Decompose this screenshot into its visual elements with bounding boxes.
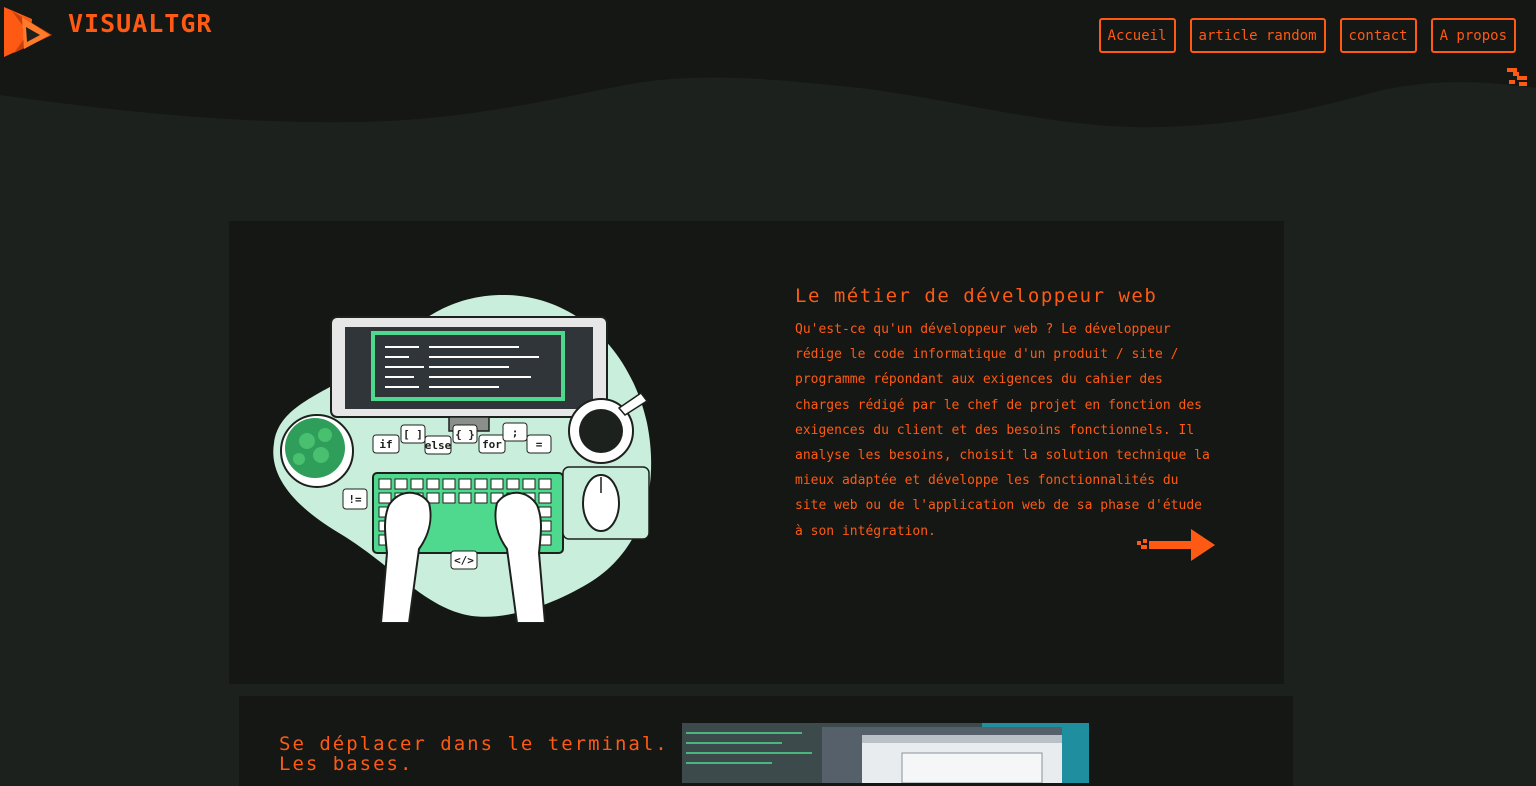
- developer-keyboard-illustration: if [ ] else { } for ; = != </>: [273, 294, 652, 623]
- bubble-for: for: [482, 438, 502, 451]
- site-header: VISUALTGR Accueil article random contact…: [0, 0, 1536, 130]
- second-article-title[interactable]: Se déplacer dans le terminal. Les bases.: [279, 734, 679, 774]
- nav-contact[interactable]: contact: [1339, 18, 1417, 53]
- bubble-else: else: [425, 439, 452, 452]
- bubble-tag: </>: [454, 554, 474, 567]
- featured-article-title[interactable]: Le métier de développeur web: [795, 285, 1157, 307]
- second-article-card[interactable]: Se déplacer dans le terminal. Les bases.: [239, 696, 1293, 786]
- bubble-not-equal: !=: [348, 493, 362, 506]
- brand-logo[interactable]: VISUALTGR: [2, 5, 212, 59]
- terminal-screenshot-thumbnail: [682, 723, 1089, 783]
- featured-article-excerpt: Qu'est-ce qu'un développeur web ? Le dév…: [795, 322, 1210, 539]
- featured-article-card[interactable]: if [ ] else { } for ; = != </> Le métier…: [229, 221, 1284, 684]
- play-triangle-logo-icon: [4, 7, 52, 57]
- nav-a-propos[interactable]: A propos: [1430, 18, 1516, 53]
- bubble-braces: { }: [455, 428, 475, 441]
- nav-article-random[interactable]: article random: [1189, 18, 1326, 53]
- nav-accueil[interactable]: Accueil: [1098, 18, 1176, 53]
- bubble-semicolon: ;: [512, 426, 519, 439]
- arrow-right-icon[interactable]: [1137, 527, 1215, 563]
- hamburger-glitch-icon[interactable]: [1507, 68, 1527, 86]
- main-nav: Accueil article random contact A propos: [1098, 18, 1516, 53]
- bubble-equals: =: [536, 438, 543, 451]
- terminal-windows-graphic: [682, 723, 1089, 783]
- bubble-brackets: [ ]: [403, 428, 423, 441]
- second-article-title-line1: Se déplacer dans le terminal.: [279, 733, 669, 755]
- bubble-if: if: [379, 438, 392, 451]
- brand-name: VISUALTGR: [68, 8, 213, 38]
